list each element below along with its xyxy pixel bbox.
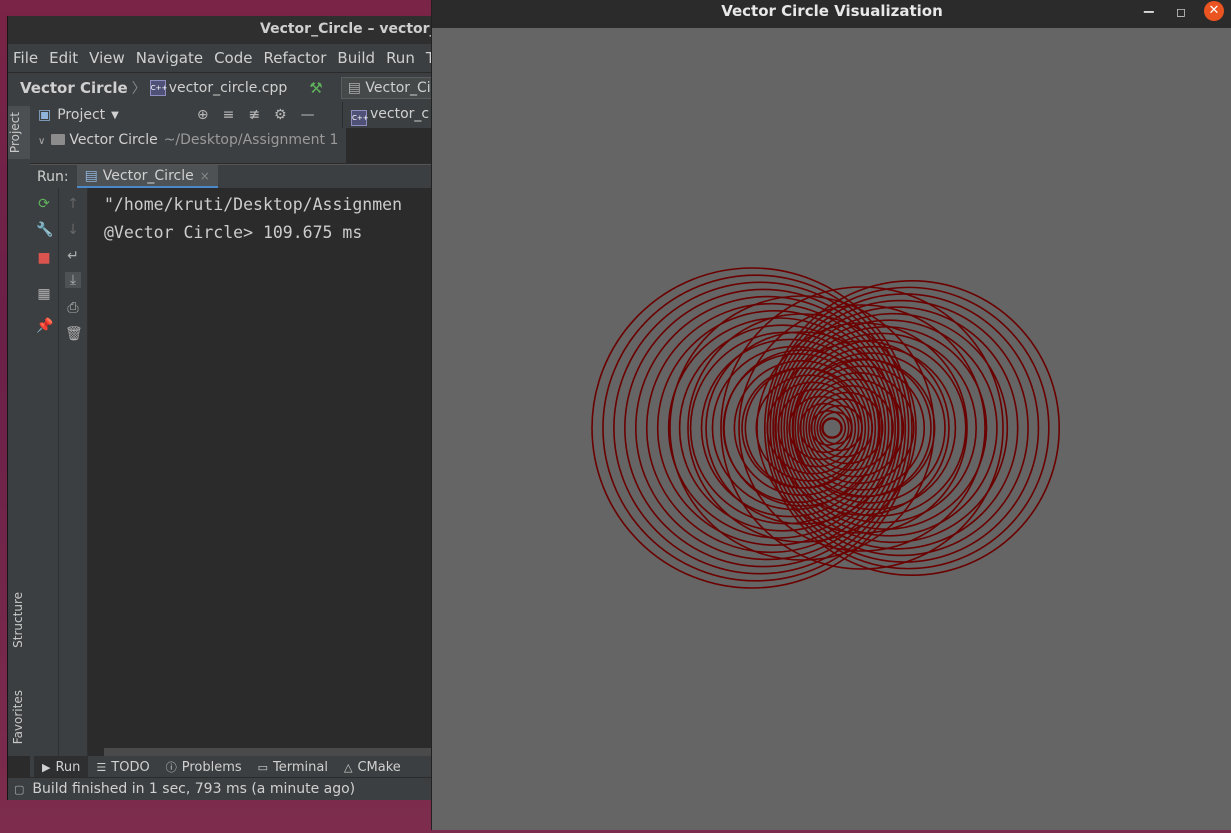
bottom-tab-todo[interactable]: ☰ TODO — [88, 756, 157, 778]
circle — [821, 417, 842, 438]
breadcrumb-project[interactable]: Vector Circle — [20, 79, 128, 97]
status-bar: ▢ Build finished in 1 sec, 793 ms (a min… — [8, 777, 432, 800]
circle — [591, 267, 913, 589]
close-icon[interactable]: × — [200, 169, 210, 183]
rerun-icon[interactable]: ⟳ — [36, 196, 52, 212]
ide-titlebar: Vector_Circle – vector_ci — [8, 16, 432, 44]
cmake-icon: ▤ — [84, 167, 98, 184]
viz-titlebar: Vector Circle Visualization − ◻ ✕ — [432, 0, 1231, 28]
project-view-selector[interactable]: Project — [57, 107, 105, 123]
minimize-icon[interactable]: − — [1138, 2, 1160, 24]
run-console[interactable]: "/home/kruti/Desktop/Assignmen @Vector C… — [88, 188, 432, 756]
cmake-icon: ▤ — [347, 80, 366, 96]
bottom-tab-cmake[interactable]: △ CMake — [336, 756, 409, 778]
left-tool-strip: Project Structure Favorites — [8, 102, 31, 756]
circles-canvas — [591, 267, 1060, 589]
editor-tab-vector-circle[interactable]: C++vector_c — [351, 106, 429, 126]
locate-icon[interactable]: ⊕ — [197, 107, 209, 123]
tree-root-item[interactable]: ∨ Vector Circle ~/Desktop/Assignment 1 — [38, 132, 338, 148]
triangle-icon: △ — [343, 760, 353, 774]
hammer-icon[interactable]: ⚒ — [309, 79, 322, 97]
bottom-tab-problems[interactable]: ⓘ Problems — [158, 756, 250, 778]
bottom-tab-run[interactable]: ▶ Run — [34, 756, 89, 778]
menu-edit[interactable]: Edit — [44, 49, 84, 67]
run-label: Run: — [37, 169, 69, 185]
bottom-tab-terminal[interactable]: ▭ Terminal — [250, 756, 336, 778]
info-icon: ⓘ — [165, 761, 177, 774]
scroll-to-end-icon[interactable]: ⤓ — [65, 272, 81, 288]
stop-icon[interactable]: ■ — [36, 250, 52, 266]
maximize-icon[interactable]: ◻ — [1170, 2, 1192, 24]
circle — [741, 367, 863, 489]
run-toolbar-secondary: ↑ ↓ ↵ ⤓ ⎙ 🗑 — [59, 188, 88, 756]
circle-set — [591, 267, 1060, 589]
circle — [819, 411, 853, 445]
cpp-file-icon: C++ — [351, 110, 369, 126]
ide-window: Vector_Circle – vector_ci File Edit View… — [7, 16, 432, 800]
bottom-tool-tabs: ▶ Run ☰ TODO ⓘ Problems ▭ Terminal △ CMake — [30, 756, 432, 778]
layout-icon[interactable]: ▦ — [36, 286, 52, 302]
ide-window-title: Vector_Circle – vector_ci — [260, 21, 432, 37]
console-line: @Vector Circle> 109.675 ms — [104, 223, 363, 242]
play-icon: ▶ — [42, 760, 51, 774]
chevron-down-icon: ∨ — [38, 136, 46, 147]
project-tree: ∨ Vector Circle ~/Desktop/Assignment 1 — [30, 128, 346, 163]
run-tab-vector-circle[interactable]: ▤ Vector_Circle × — [76, 165, 218, 189]
run-toolbar-primary: ⟳ 🔧 ■ ▦ 📌 — [30, 188, 59, 756]
minimize-panel-icon[interactable]: — — [301, 107, 315, 123]
trash-icon[interactable]: 🗑 — [65, 326, 83, 342]
run-config-selector[interactable]: ▤ Vector_Circle — [340, 77, 432, 99]
menu-code[interactable]: Code — [209, 49, 258, 67]
breadcrumb-file[interactable]: vector_circle.cpp — [169, 80, 288, 96]
menu-run[interactable]: Run — [381, 49, 421, 67]
side-tab-favorites[interactable]: Favorites — [11, 690, 25, 744]
side-tab-project[interactable]: Project — [8, 106, 30, 160]
horizontal-scrollbar[interactable] — [104, 748, 432, 756]
folder-icon — [51, 134, 66, 145]
menu-file[interactable]: File — [8, 49, 44, 67]
menu-navigate[interactable]: Navigate — [131, 49, 209, 67]
cpp-file-icon: C++ — [149, 80, 167, 96]
project-view-icon: ▣ — [38, 107, 52, 123]
viz-window-title: Vector Circle Visualization — [721, 2, 943, 20]
editor-area[interactable] — [346, 128, 432, 163]
console-line: "/home/kruti/Desktop/Assignmen — [104, 195, 403, 214]
expand-all-icon[interactable]: ≡ — [223, 107, 235, 123]
chevron-down-icon[interactable]: ▼ — [111, 110, 119, 121]
list-icon: ☰ — [96, 760, 107, 774]
menu-bar: File Edit View Navigate Code Refactor Bu… — [8, 44, 432, 72]
pin-icon[interactable]: 📌 — [36, 318, 53, 334]
run-panel-header: Run: ▤ Vector_Circle × — [30, 164, 432, 189]
navigation-bar: Vector Circle 〉 C++ vector_circle.cpp ⚒ … — [8, 72, 432, 104]
circle — [788, 339, 967, 517]
print-icon[interactable]: ⎙ — [65, 300, 81, 316]
status-window-icon[interactable]: ▢ — [14, 783, 24, 796]
menu-view[interactable]: View — [84, 49, 131, 67]
gear-icon[interactable]: ⚙ — [274, 107, 287, 123]
arrow-up-icon[interactable]: ↑ — [65, 196, 81, 212]
circle — [810, 410, 847, 446]
status-text: Build finished in 1 sec, 793 ms (a minut… — [32, 781, 356, 797]
wrench-icon[interactable]: 🔧 — [36, 222, 53, 238]
visualization-window: Vector Circle Visualization − ◻ ✕ — [431, 0, 1231, 830]
menu-refactor[interactable]: Refactor — [258, 49, 332, 67]
arrow-down-icon[interactable]: ↓ — [65, 222, 81, 238]
close-icon[interactable]: ✕ — [1204, 1, 1224, 21]
side-tab-structure[interactable]: Structure — [11, 592, 25, 648]
project-toolbar: ▣ Project ▼ ⊕ ≡ ≢ ⚙ — — [30, 102, 342, 128]
soft-wrap-icon[interactable]: ↵ — [65, 248, 81, 264]
chevron-right-icon: 〉 — [131, 81, 146, 97]
editor-tabs: C++vector_c — [342, 102, 432, 128]
circle — [723, 349, 881, 507]
menu-build[interactable]: Build — [332, 49, 381, 67]
collapse-all-icon[interactable]: ≢ — [248, 107, 260, 123]
terminal-icon: ▭ — [257, 760, 269, 774]
